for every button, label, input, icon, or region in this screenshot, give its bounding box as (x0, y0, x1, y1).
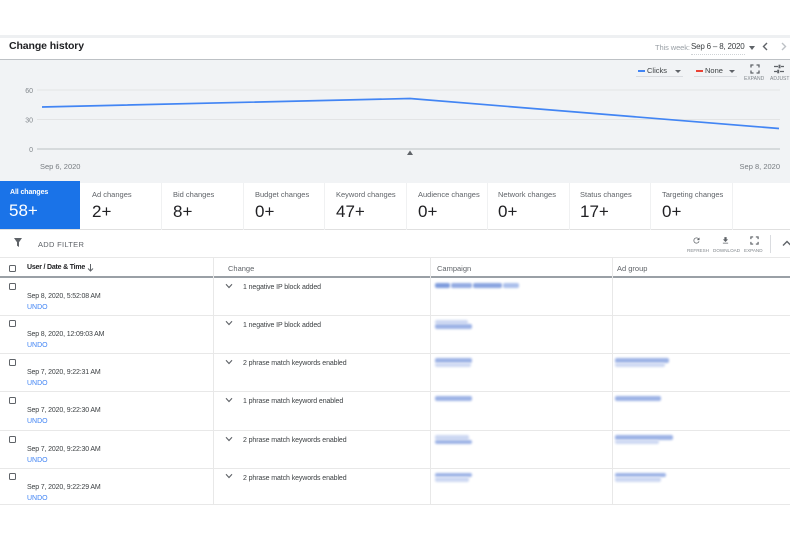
svg-text:30: 30 (25, 118, 33, 125)
svg-text:60: 60 (25, 88, 33, 95)
svg-text:Sep 6, 2020: Sep 6, 2020 (40, 162, 80, 171)
svg-text:Sep 8, 2020: Sep 8, 2020 (740, 162, 780, 171)
svg-text:0: 0 (29, 147, 33, 154)
